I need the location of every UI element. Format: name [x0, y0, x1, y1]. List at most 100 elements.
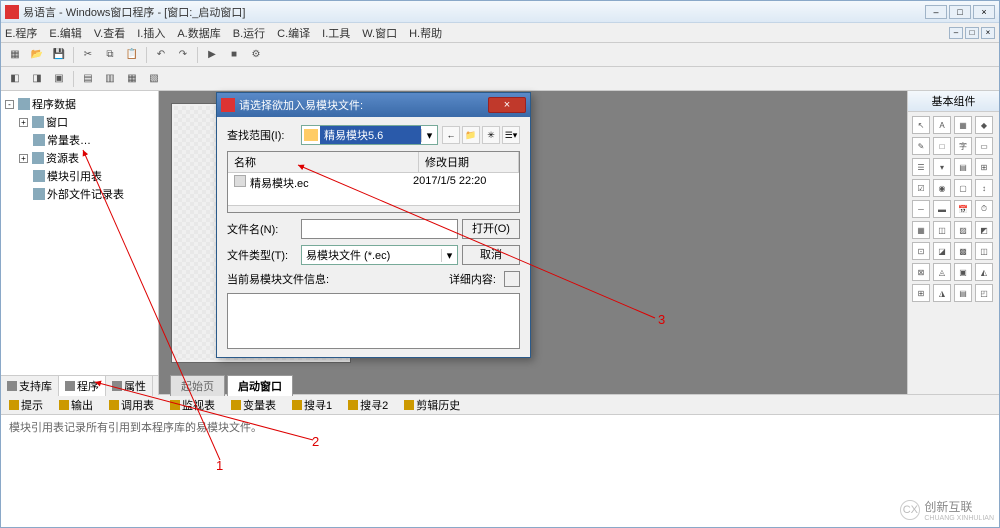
btab-clip[interactable]: 剪辑历史	[400, 397, 464, 413]
pal-timer-icon[interactable]: ⏱	[975, 200, 993, 218]
tb-compile-icon[interactable]: ⚙	[246, 45, 266, 65]
tab-start-page[interactable]: 起始页	[170, 375, 225, 396]
cancel-button[interactable]: 取消	[462, 245, 520, 265]
tree-item-external-files[interactable]: 外部文件记录表	[5, 185, 154, 203]
back-icon[interactable]: ←	[442, 126, 460, 144]
tb-layout1-icon[interactable]: ▤	[78, 69, 98, 89]
dialog-close-button[interactable]: ×	[488, 97, 526, 113]
pal-slider-icon[interactable]: ─	[912, 200, 930, 218]
pal-date-icon[interactable]: 📅	[954, 200, 972, 218]
chevron-down-icon[interactable]: ▾	[421, 129, 437, 142]
tb-align-right-icon[interactable]: ▣	[49, 69, 69, 89]
tb-run-icon[interactable]: ▶	[202, 45, 222, 65]
pal-pic-icon[interactable]: ▦	[954, 116, 972, 134]
tb-undo-icon[interactable]: ↶	[151, 45, 171, 65]
tab-properties[interactable]: 属性	[106, 376, 153, 396]
tab-support-lib[interactable]: 支持库	[1, 376, 59, 396]
pal-pointer-icon[interactable]: ↖	[912, 116, 930, 134]
pal-c33-icon[interactable]: ⊞	[912, 284, 930, 302]
menu-run[interactable]: B.运行	[233, 25, 265, 41]
pal-c23-icon[interactable]: ▨	[954, 221, 972, 239]
tb-copy-icon[interactable]: ⧉	[100, 45, 120, 65]
pal-shape-icon[interactable]: ◆	[975, 116, 993, 134]
viewmode-icon[interactable]: ☰▾	[502, 126, 520, 144]
tree-item-resources[interactable]: +资源表	[5, 149, 154, 167]
tb-cut-icon[interactable]: ✂	[78, 45, 98, 65]
tree-item-windows[interactable]: +窗口	[5, 113, 154, 131]
tb-stop-icon[interactable]: ■	[224, 45, 244, 65]
tb-open-icon[interactable]: 📂	[27, 45, 47, 65]
pal-c22-icon[interactable]: ◫	[933, 221, 951, 239]
filetype-combo[interactable]: 易模块文件 (*.ec) ▾	[301, 245, 458, 265]
menu-program[interactable]: E.程序	[5, 25, 37, 41]
menu-help[interactable]: H.帮助	[409, 25, 442, 41]
tab-program[interactable]: 程序	[59, 376, 106, 396]
minimize-button[interactable]: –	[925, 5, 947, 19]
pal-c32-icon[interactable]: ◭	[975, 263, 993, 281]
hdr-date[interactable]: 修改日期	[419, 152, 519, 172]
menu-database[interactable]: A.数据库	[177, 25, 220, 41]
pal-c21-icon[interactable]: ▦	[912, 221, 930, 239]
pal-tab-icon[interactable]: ▭	[975, 137, 993, 155]
pal-check-icon[interactable]: ☑	[912, 179, 930, 197]
pal-c26-icon[interactable]: ◪	[933, 242, 951, 260]
pal-progress-icon[interactable]: ▬	[933, 200, 951, 218]
tree-item-modules[interactable]: 模块引用表	[5, 167, 154, 185]
newfolder-icon[interactable]: ✳	[482, 126, 500, 144]
dialog-titlebar[interactable]: 请选择欲加入易模块文件: ×	[217, 93, 530, 117]
pal-c27-icon[interactable]: ▩	[954, 242, 972, 260]
detail-button[interactable]	[504, 271, 520, 287]
btab-search2[interactable]: 搜寻2	[344, 397, 392, 413]
close-button[interactable]: ×	[973, 5, 995, 19]
tb-align-left-icon[interactable]: ◧	[5, 69, 25, 89]
pal-edit-icon[interactable]: ✎	[912, 137, 930, 155]
pal-c30-icon[interactable]: ◬	[933, 263, 951, 281]
pal-c28-icon[interactable]: ◫	[975, 242, 993, 260]
pal-c34-icon[interactable]: ◮	[933, 284, 951, 302]
pal-frame-icon[interactable]: ▢	[954, 179, 972, 197]
chevron-down-icon[interactable]: ▾	[441, 249, 457, 262]
pal-combo-icon[interactable]: ▾	[933, 158, 951, 176]
up-icon[interactable]: 📁	[462, 126, 480, 144]
btab-vars[interactable]: 变量表	[227, 397, 280, 413]
pal-list-icon[interactable]: ☰	[912, 158, 930, 176]
doc-minimize-button[interactable]: –	[949, 27, 963, 39]
hdr-name[interactable]: 名称	[228, 152, 419, 172]
pal-c29-icon[interactable]: ⊠	[912, 263, 930, 281]
pal-text-icon[interactable]: 字	[954, 137, 972, 155]
expand-icon[interactable]: +	[19, 154, 28, 163]
pal-label-icon[interactable]: A	[933, 116, 951, 134]
doc-close-button[interactable]: ×	[981, 27, 995, 39]
pal-scroll-icon[interactable]: ↕	[975, 179, 993, 197]
tree-item-constants[interactable]: 常量表…	[5, 131, 154, 149]
btab-output[interactable]: 输出	[55, 397, 97, 413]
tb-layout2-icon[interactable]: ▥	[100, 69, 120, 89]
tb-save-icon[interactable]: 💾	[49, 45, 69, 65]
menu-tools[interactable]: I.工具	[322, 25, 350, 41]
tab-startup-window[interactable]: 启动窗口	[227, 375, 293, 396]
btab-watch[interactable]: 监视表	[166, 397, 219, 413]
tb-new-icon[interactable]: ▦	[5, 45, 25, 65]
pal-button-icon[interactable]: □	[933, 137, 951, 155]
tb-layout4-icon[interactable]: ▧	[144, 69, 164, 89]
menu-view[interactable]: V.查看	[94, 25, 125, 41]
tree-root[interactable]: -程序数据	[5, 95, 154, 113]
menu-window[interactable]: W.窗口	[362, 25, 397, 41]
menu-insert[interactable]: I.插入	[137, 25, 165, 41]
tb-align-center-icon[interactable]: ◨	[27, 69, 47, 89]
filename-input[interactable]	[301, 219, 458, 239]
pal-grid-icon[interactable]: ▤	[954, 158, 972, 176]
pal-c24-icon[interactable]: ◩	[975, 221, 993, 239]
menu-edit[interactable]: E.编辑	[49, 25, 81, 41]
menu-compile[interactable]: C.编译	[277, 25, 310, 41]
maximize-button[interactable]: □	[949, 5, 971, 19]
btab-hint[interactable]: 提示	[5, 397, 47, 413]
open-button[interactable]: 打开(O)	[462, 219, 520, 239]
btab-calltable[interactable]: 调用表	[105, 397, 158, 413]
file-list[interactable]: 名称 修改日期 精易模块.ec 2017/1/5 22:20	[227, 151, 520, 213]
pal-tree-icon[interactable]: ⊞	[975, 158, 993, 176]
doc-restore-button[interactable]: □	[965, 27, 979, 39]
file-row[interactable]: 精易模块.ec 2017/1/5 22:20	[228, 173, 519, 193]
expand-icon[interactable]: +	[19, 118, 28, 127]
lookin-combo[interactable]: 精易模块5.6 ▾	[301, 125, 438, 145]
